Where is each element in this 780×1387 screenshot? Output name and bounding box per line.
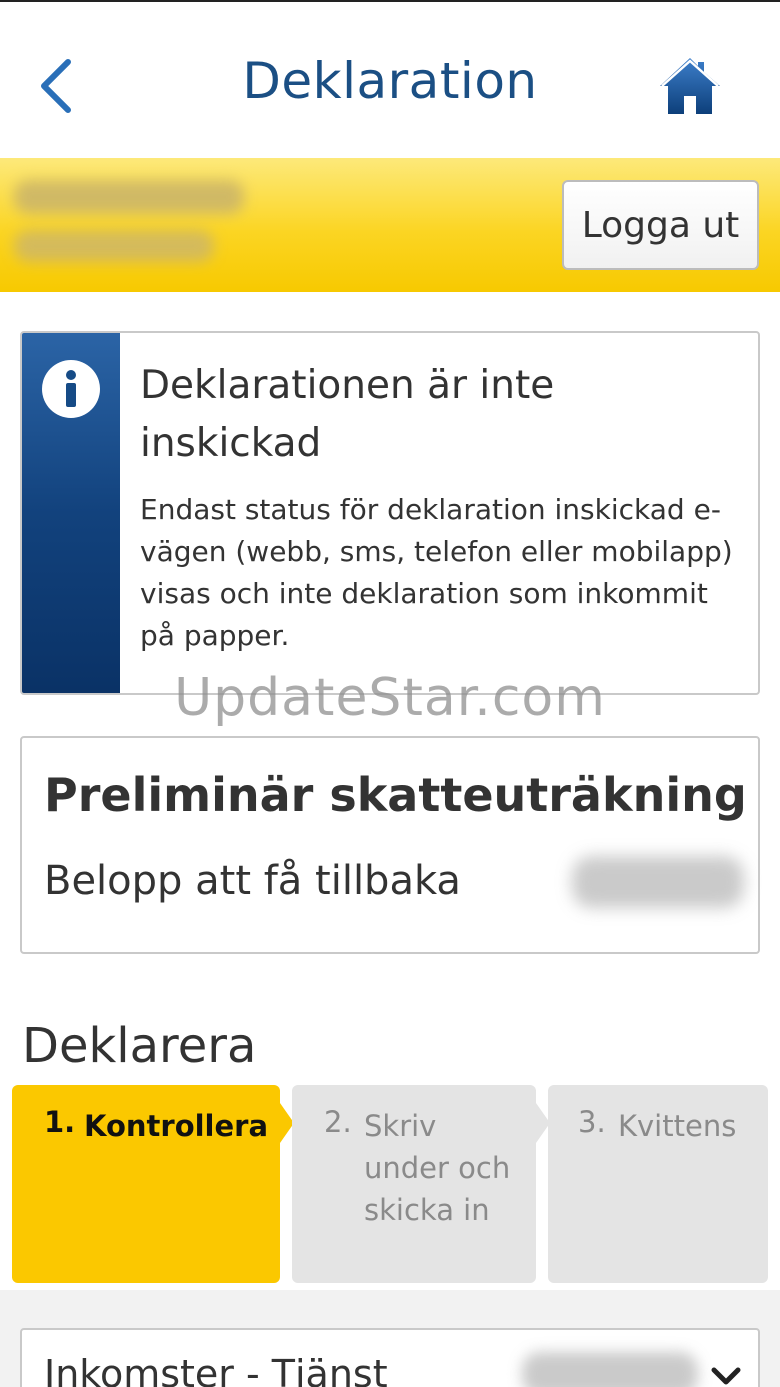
income-amount-redacted [522, 1352, 698, 1387]
info-icon [42, 360, 100, 418]
step-number: 3. [578, 1105, 606, 1139]
info-text: Endast status för deklaration inskickad … [140, 493, 733, 652]
step-number: 2. [324, 1105, 352, 1139]
info-title: Deklarationen är inte inskickad [140, 363, 555, 466]
refund-amount-redacted [572, 856, 744, 908]
home-icon [660, 58, 720, 114]
tax-card-title: Preliminär skatteuträkning [44, 768, 747, 822]
refund-label: Belopp att få tillbaka [44, 858, 461, 904]
income-service-row[interactable]: Inkomster - Tjänst [20, 1328, 760, 1387]
watermark: UpdateStar.com [174, 668, 606, 728]
step-sign-and-submit[interactable]: 2. Skriv under och skicka in [292, 1085, 536, 1283]
chevron-down-icon [711, 1367, 741, 1385]
step-kontrollera[interactable]: 1. Kontrollera [12, 1085, 280, 1283]
step-progress: 1. Kontrollera 2. Skriv under och skicka… [0, 1085, 780, 1285]
declare-heading: Deklarera [22, 1018, 257, 1074]
info-message-box: Deklarationen är inte inskickad Endast s… [20, 331, 760, 695]
step-label: Kontrollera [84, 1109, 269, 1143]
logout-button[interactable]: Logga ut [562, 180, 759, 270]
step-number: 1. [44, 1105, 76, 1139]
home-button[interactable] [658, 54, 722, 118]
user-id-redacted [14, 230, 214, 262]
user-name-redacted [14, 180, 244, 214]
income-label: Inkomster - Tjänst [44, 1352, 388, 1387]
step-receipt[interactable]: 3. Kvittens [548, 1085, 768, 1283]
step-label: Skriv under och skicka in [364, 1109, 511, 1227]
top-navigation-bar: Deklaration [0, 0, 780, 158]
tax-calculation-card[interactable]: Preliminär skatteuträkning Belopp att få… [20, 736, 760, 954]
step-label: Kvittens [618, 1109, 737, 1143]
user-bar: Logga ut [0, 158, 780, 292]
info-stripe [22, 333, 120, 693]
